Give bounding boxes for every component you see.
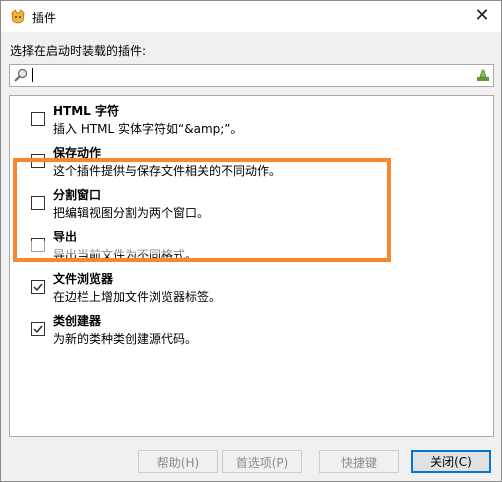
list-item[interactable]: 类创建器 为新的类种类创建源代码。 (10, 308, 493, 350)
plugin-list[interactable]: HTML 字符 插入 HTML 实体字符如“&amp;”。 保存动作 这个插件提… (9, 95, 494, 437)
plugin-checkbox-html-chars[interactable] (31, 112, 45, 126)
app-icon (10, 9, 26, 25)
search-input[interactable] (31, 66, 471, 83)
plugin-title: HTML 字符 (53, 104, 119, 118)
plugins-dialog: 插件 ✕ 选择在启动时装载的插件: HTML 字符 插入 HTML 实体字符如“… (0, 0, 502, 482)
plugin-checkbox-class-creator[interactable] (31, 322, 45, 336)
plugin-title: 类创建器 (53, 314, 102, 328)
clear-search-icon[interactable] (476, 68, 490, 82)
title-bar: 插件 ✕ (1, 1, 501, 32)
list-item[interactable]: 文件浏览器 在边栏上增加文件浏览器标签。 (10, 266, 493, 308)
highlight-annotation (13, 158, 391, 262)
plugin-checkbox-file-browser[interactable] (31, 280, 45, 294)
text-caret (32, 68, 33, 82)
plugin-description: 插入 HTML 实体字符如“&amp;”。 (53, 122, 243, 136)
plugin-description: 为新的类种类创建源代码。 (53, 332, 198, 346)
plugin-title: 文件浏览器 (53, 272, 114, 286)
search-box[interactable] (9, 64, 494, 87)
checkmark-icon (33, 283, 43, 292)
search-icon (13, 67, 29, 83)
window-title: 插件 (32, 11, 57, 25)
preferences-button[interactable]: 首选项(P) (222, 450, 302, 473)
close-icon[interactable]: ✕ (469, 4, 495, 28)
help-button[interactable]: 帮助(H) (138, 450, 218, 473)
shortcuts-button[interactable]: 快捷键 (319, 450, 399, 473)
close-button[interactable]: 关闭(C) (411, 450, 491, 473)
checkmark-icon (33, 325, 43, 334)
list-item[interactable]: HTML 字符 插入 HTML 实体字符如“&amp;”。 (10, 98, 493, 140)
plugin-description: 在边栏上增加文件浏览器标签。 (53, 290, 222, 304)
plugin-prompt-label: 选择在启动时装载的插件: (10, 44, 147, 58)
